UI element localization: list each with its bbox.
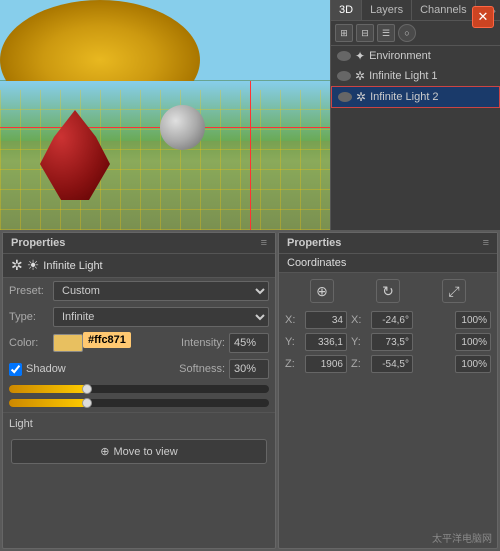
tab-channels[interactable]: Channels bbox=[412, 0, 475, 20]
x2-label: X: bbox=[351, 314, 367, 326]
y2-value[interactable] bbox=[371, 333, 413, 351]
coord-move-icon[interactable]: ⊕ bbox=[310, 279, 334, 303]
bottom-panels-area: Properties ≡ ✲ ☀ Infinite Light Preset: … bbox=[0, 230, 500, 551]
shadow-slider-row bbox=[3, 382, 275, 396]
coord-scale-icon[interactable]: ⤢ bbox=[442, 279, 466, 303]
light2-icon: ✲ bbox=[356, 90, 366, 104]
z-pct[interactable] bbox=[455, 355, 491, 373]
color-swatch[interactable] bbox=[53, 334, 83, 352]
move-icon: ⊕ bbox=[100, 445, 109, 458]
tab-layers[interactable]: Layers bbox=[362, 0, 412, 20]
preset-label: Preset: bbox=[9, 285, 49, 297]
x-value[interactable] bbox=[305, 311, 347, 329]
preset-select[interactable]: Custom bbox=[53, 281, 269, 301]
x2-value[interactable] bbox=[371, 311, 413, 329]
layer-infinite-light-1[interactable]: ✲ Infinite Light 1 bbox=[331, 66, 500, 86]
shadow-checkbox[interactable] bbox=[9, 363, 22, 376]
light-section-label-row: Light bbox=[3, 415, 275, 433]
close-button[interactable]: ✕ bbox=[472, 6, 494, 28]
light1-icon: ✲ bbox=[355, 69, 365, 83]
z2-value[interactable] bbox=[371, 355, 413, 373]
color-intensity-row: Color: #ffc871 Intensity: bbox=[3, 330, 275, 356]
layer-environment[interactable]: ✦ Environment bbox=[331, 46, 500, 66]
toolbar-btn-1[interactable]: ⊞ bbox=[335, 24, 353, 42]
infinite-light-icon: ✲ bbox=[11, 257, 23, 274]
coord-icons-row: ⊕ ↻ ⤢ bbox=[279, 273, 497, 309]
intensity-label: Intensity: bbox=[181, 337, 225, 349]
coord-x-row: X: X: bbox=[279, 309, 497, 331]
environment-label: Environment bbox=[369, 50, 431, 62]
light-type-icon: ☀ bbox=[27, 257, 40, 274]
shadow-slider[interactable] bbox=[9, 385, 269, 393]
type-row: Type: Infinite bbox=[3, 304, 275, 330]
eye-icon-env[interactable] bbox=[337, 51, 351, 61]
panel-menu-icon[interactable]: ≡ bbox=[261, 237, 267, 249]
softness-slider[interactable] bbox=[9, 399, 269, 407]
3d-viewport: 3D Layers Channels » ⊞ ⊟ ☰ ○ ✦ Environme… bbox=[0, 0, 500, 230]
right-subheader-label: Coordinates bbox=[287, 257, 346, 269]
coord-rotate-icon[interactable]: ↻ bbox=[376, 279, 400, 303]
right-panel-subheader: Coordinates bbox=[279, 254, 497, 273]
softness-label: Softness: bbox=[179, 363, 225, 375]
preset-row: Preset: Custom bbox=[3, 278, 275, 304]
coord-z-row: Z: Z: bbox=[279, 353, 497, 375]
tab-3d[interactable]: 3D bbox=[331, 0, 362, 20]
color-label: Color: bbox=[9, 337, 49, 349]
z-value[interactable] bbox=[305, 355, 347, 373]
light2-label: Infinite Light 2 bbox=[370, 91, 439, 103]
toolbar-btn-3[interactable]: ☰ bbox=[377, 24, 395, 42]
shadow-label: Shadow bbox=[26, 363, 66, 375]
right-panel-menu-icon[interactable]: ≡ bbox=[483, 237, 489, 249]
left-panel-header: Properties ≡ bbox=[3, 233, 275, 254]
softness-input[interactable] bbox=[229, 359, 269, 379]
environment-icon: ✦ bbox=[355, 49, 365, 63]
color-badge: #ffc871 bbox=[53, 334, 83, 352]
softness-slider-row bbox=[3, 396, 275, 410]
scene-sphere bbox=[160, 105, 205, 150]
eye-icon-light2[interactable] bbox=[338, 92, 352, 102]
y-pct[interactable] bbox=[455, 333, 491, 351]
x-label: X: bbox=[285, 314, 301, 326]
type-select[interactable]: Infinite bbox=[53, 307, 269, 327]
layer-infinite-light-2[interactable]: ✲ Infinite Light 2 bbox=[331, 86, 500, 108]
z2-label: Z: bbox=[351, 358, 367, 370]
close-icon: ✕ bbox=[478, 9, 489, 25]
3d-layers-panel: 3D Layers Channels » ⊞ ⊟ ☰ ○ ✦ Environme… bbox=[330, 0, 500, 230]
y-value[interactable] bbox=[305, 333, 347, 351]
eye-icon-light1[interactable] bbox=[337, 71, 351, 81]
left-panel-subheader: ✲ ☀ Infinite Light bbox=[3, 254, 275, 278]
light1-label: Infinite Light 1 bbox=[369, 70, 438, 82]
toolbar-btn-2[interactable]: ⊟ bbox=[356, 24, 374, 42]
divider-1 bbox=[3, 412, 275, 413]
right-panel-header: Properties ≡ bbox=[279, 233, 497, 254]
left-properties-panel: Properties ≡ ✲ ☀ Infinite Light Preset: … bbox=[2, 232, 276, 549]
coord-y-row: Y: Y: bbox=[279, 331, 497, 353]
type-label: Type: bbox=[9, 311, 49, 323]
y-label: Y: bbox=[285, 336, 301, 348]
light-section-label: Light bbox=[9, 418, 33, 430]
right-header-label: Properties bbox=[287, 237, 341, 249]
intensity-input[interactable] bbox=[229, 333, 269, 353]
watermark: 太平洋电脑网 bbox=[432, 530, 492, 545]
x-pct[interactable] bbox=[455, 311, 491, 329]
hex-tooltip: #ffc871 bbox=[83, 332, 131, 348]
shadow-row: Shadow Softness: bbox=[3, 356, 275, 382]
y2-label: Y: bbox=[351, 336, 367, 348]
scene-red-line-vertical bbox=[250, 81, 251, 231]
move-to-view-label: Move to view bbox=[114, 446, 178, 458]
subheader-label: Infinite Light bbox=[43, 260, 102, 272]
z-label: Z: bbox=[285, 358, 301, 370]
header-label: Properties bbox=[11, 237, 65, 249]
move-to-view-button[interactable]: ⊕ Move to view bbox=[11, 439, 267, 464]
right-properties-panel: Properties ≡ Coordinates ⊕ ↻ ⤢ X: X: Y: … bbox=[278, 232, 498, 549]
toolbar-btn-sphere[interactable]: ○ bbox=[398, 24, 416, 42]
